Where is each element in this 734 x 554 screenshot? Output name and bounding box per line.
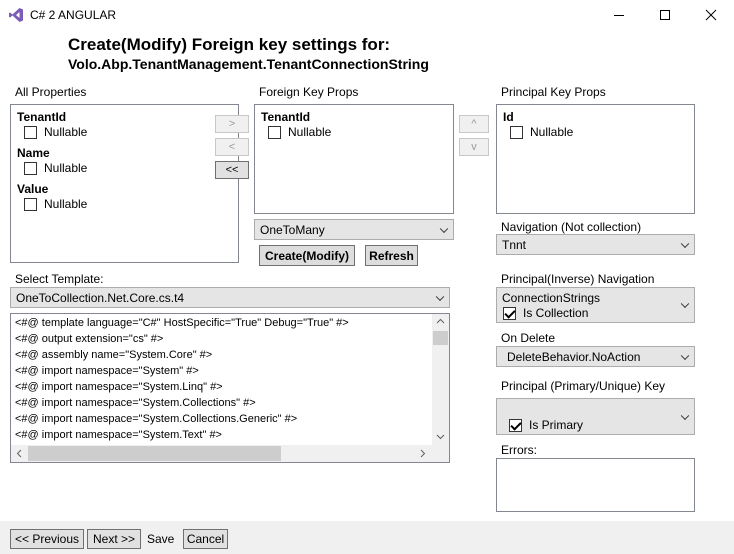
vertical-scroll-thumb[interactable] (433, 331, 448, 345)
relationship-type-select[interactable]: OneToMany (254, 219, 454, 240)
checkbox-box[interactable] (510, 125, 523, 139)
move-up-button[interactable]: ^ (459, 115, 489, 133)
navigation-select[interactable]: Tnnt (496, 234, 695, 255)
is-primary-checkbox[interactable]: Is Primary (509, 418, 583, 432)
close-button[interactable] (688, 0, 734, 30)
chevron-down-icon (435, 292, 445, 301)
chevron-down-icon (680, 411, 690, 420)
move-down-button[interactable]: v (459, 138, 489, 156)
visual-studio-icon (9, 8, 23, 22)
chevron-down-icon (680, 299, 690, 309)
nullable-checkbox[interactable]: Nullable (24, 197, 87, 211)
nullable-checkbox[interactable]: Nullable (268, 125, 331, 139)
footer-bar: << Previous Next >> Save Cancel (0, 521, 734, 554)
horizontal-scrollbar[interactable] (11, 445, 432, 462)
code-line: <#@ import namespace="System" #> (15, 365, 199, 377)
on-delete-label: On Delete (501, 331, 556, 345)
nullable-label: Nullable (288, 125, 332, 139)
scroll-down-arrow-icon[interactable] (436, 434, 445, 440)
inverse-navigation-value: ConnectionStrings (502, 291, 601, 305)
property-name[interactable]: Name (17, 146, 50, 160)
page-title: Create(Modify) Foreign key settings for: (68, 35, 391, 54)
maximize-button[interactable] (642, 0, 688, 30)
window-title: C# 2 ANGULAR (30, 8, 117, 22)
scrollbar-corner (432, 445, 449, 462)
inverse-navigation-label: Principal(Inverse) Navigation (501, 272, 655, 286)
navigation-label: Navigation (Not collection) (501, 220, 642, 234)
principal-key-props-label: Principal Key Props (501, 85, 606, 99)
select-template-label: Select Template: (15, 272, 104, 286)
template-value: OneToCollection.Net.Core.cs.t4 (16, 290, 185, 305)
is-primary-label: Is Primary (529, 418, 583, 432)
principal-key-props-list[interactable]: Id Nullable (496, 104, 695, 214)
code-line: <#@ import namespace="System.Text" #> (15, 429, 222, 441)
create-modify-button[interactable]: Create(Modify) (259, 245, 355, 266)
all-properties-label: All Properties (15, 85, 87, 99)
property-name[interactable]: Id (503, 110, 514, 124)
close-icon (705, 9, 717, 21)
checkbox-box[interactable] (503, 306, 516, 320)
maximize-icon (660, 10, 670, 20)
checkbox-box[interactable] (24, 161, 37, 175)
navigation-value: Tnnt (502, 237, 527, 252)
checkbox-box[interactable] (268, 125, 281, 139)
nullable-label: Nullable (530, 125, 574, 139)
chevron-down-icon (680, 239, 690, 248)
code-line: <#@ import namespace="System.Linq" #> (15, 381, 223, 393)
nullable-label: Nullable (44, 197, 88, 211)
next-button[interactable]: Next >> (87, 529, 141, 549)
scroll-right-arrow-icon[interactable] (420, 449, 426, 458)
is-collection-label: Is Collection (523, 306, 589, 320)
title-bar: C# 2 ANGULAR (0, 0, 734, 30)
refresh-button[interactable]: Refresh (365, 245, 418, 266)
code-line: <#@ output extension="cs" #> (15, 333, 164, 345)
code-line: <#@ import namespace="System.Collections… (15, 413, 298, 425)
entity-name: Volo.Abp.TenantManagement.TenantConnecti… (68, 56, 429, 72)
chevron-down-icon (680, 351, 690, 360)
code-line: <#@ import namespace="System.Collections… (15, 397, 256, 409)
template-code-editor[interactable]: <#@ template language="C#" HostSpecific=… (10, 313, 450, 463)
errors-label: Errors: (501, 443, 537, 457)
nullable-checkbox[interactable]: Nullable (510, 125, 573, 139)
on-delete-select[interactable]: DeleteBehavior.NoAction (496, 346, 695, 367)
vertical-scrollbar[interactable] (432, 314, 449, 445)
principal-key-label: Principal (Primary/Unique) Key (501, 379, 666, 393)
minimize-icon (614, 15, 624, 16)
remove-all-foreign-key-button[interactable]: << (215, 161, 249, 179)
on-delete-value: DeleteBehavior.NoAction (507, 349, 641, 364)
errors-box[interactable] (496, 458, 695, 512)
save-link[interactable]: Save (147, 532, 174, 546)
code-line: <#@ assembly name="System.Core" #> (15, 349, 213, 361)
foreign-key-props-label: Foreign Key Props (259, 85, 359, 99)
remove-from-foreign-key-button[interactable]: < (215, 138, 249, 156)
property-name[interactable]: Value (17, 182, 48, 196)
scroll-left-arrow-icon[interactable] (16, 449, 22, 458)
chevron-down-icon (439, 224, 449, 233)
foreign-key-props-list[interactable]: TenantId Nullable (254, 104, 454, 214)
add-to-foreign-key-button[interactable]: > (215, 115, 249, 133)
scroll-up-arrow-icon[interactable] (436, 318, 445, 324)
property-name[interactable]: TenantId (17, 110, 66, 124)
nullable-checkbox[interactable]: Nullable (24, 161, 87, 175)
minimize-button[interactable] (596, 0, 642, 30)
previous-button[interactable]: << Previous (10, 529, 84, 549)
nullable-checkbox[interactable]: Nullable (24, 125, 87, 139)
principal-key-select[interactable]: Is Primary (496, 398, 695, 435)
checkbox-box[interactable] (509, 418, 522, 432)
template-select[interactable]: OneToCollection.Net.Core.cs.t4 (10, 287, 450, 308)
checkbox-box[interactable] (24, 197, 37, 211)
nullable-label: Nullable (44, 161, 88, 175)
all-properties-list[interactable]: TenantId Nullable Name Nullable Value Nu… (10, 104, 239, 263)
nullable-label: Nullable (44, 125, 88, 139)
cancel-button[interactable]: Cancel (183, 529, 228, 549)
relationship-type-value: OneToMany (260, 222, 325, 237)
code-line: <#@ template language="C#" HostSpecific=… (15, 317, 349, 329)
checkbox-box[interactable] (24, 125, 37, 139)
property-name[interactable]: TenantId (261, 110, 310, 124)
is-collection-checkbox[interactable]: Is Collection (503, 306, 588, 320)
horizontal-scroll-thumb[interactable] (28, 446, 281, 461)
inverse-navigation-select[interactable]: ConnectionStrings Is Collection (496, 287, 695, 323)
